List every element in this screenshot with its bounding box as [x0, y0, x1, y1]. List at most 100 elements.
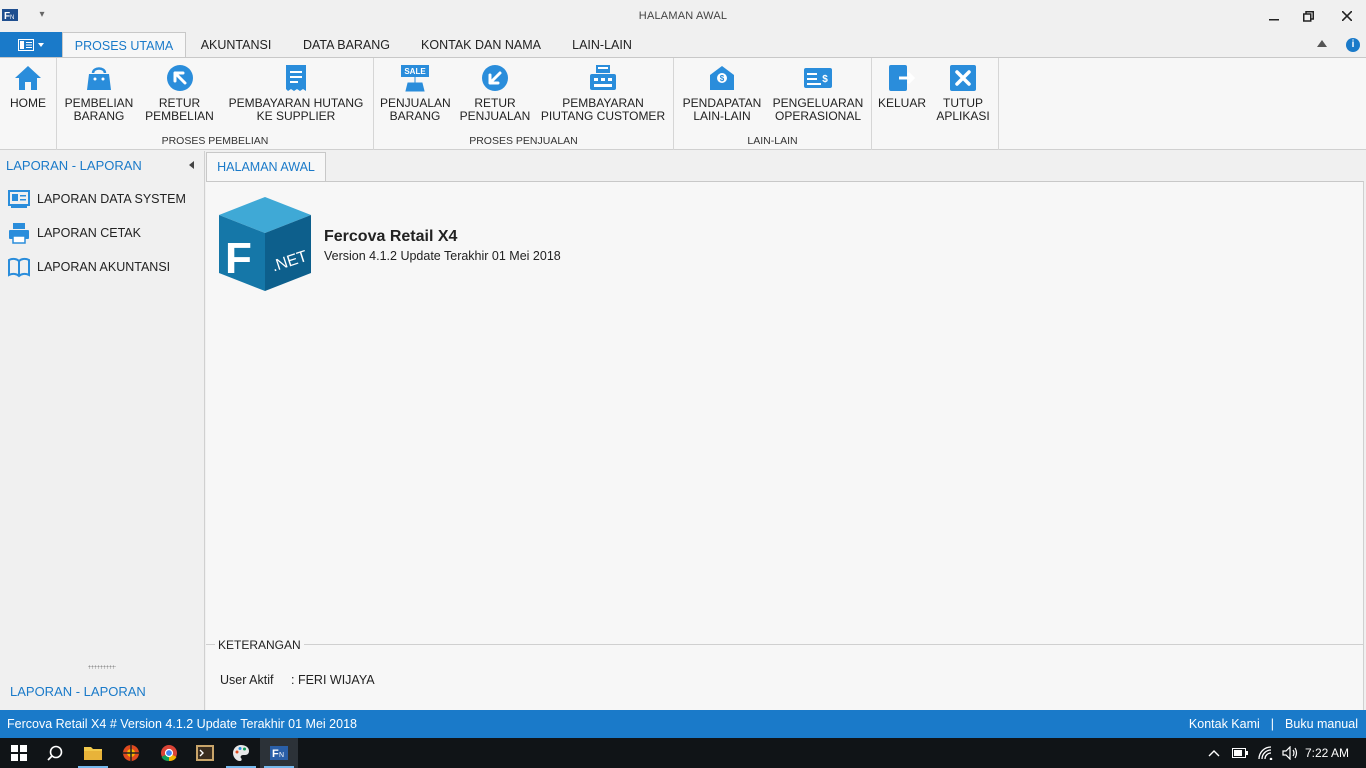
- keluar-label: KELUAR: [877, 96, 927, 110]
- nav-laporan-akuntansi-label: LAPORAN AKUNTANSI: [37, 260, 171, 274]
- status-version-text: Fercova Retail X4 # Version 4.1.2 Update…: [7, 717, 357, 731]
- svg-text:$: $: [720, 74, 725, 83]
- pembayaran-piutang-label: PEMBAYARAN PIUTANG CUSTOMER: [540, 96, 666, 123]
- status-bar: Fercova Retail X4 # Version 4.1.2 Update…: [0, 710, 1366, 738]
- tray-chevron-up-icon[interactable]: [1208, 749, 1220, 757]
- chevron-down-icon: [38, 43, 44, 47]
- logout-icon: [889, 65, 916, 91]
- ribbon-group-exit: KELUAR TUTUP APLIKASI: [872, 58, 999, 150]
- pendapatan-lain-lain-button[interactable]: $ PENDAPATAN LAIN-LAIN: [680, 63, 764, 123]
- nav-laporan-akuntansi[interactable]: LAPORAN AKUNTANSI: [0, 252, 204, 282]
- income-icon: $: [710, 66, 734, 90]
- tab-kontak-dan-nama[interactable]: KONTAK DAN NAMA: [410, 32, 552, 58]
- terminal-app-icon: [196, 745, 214, 761]
- ribbon-tabs: PROSES UTAMA AKUNTANSI DATA BARANG KONTA…: [0, 32, 1366, 59]
- tab-proses-utama[interactable]: PROSES UTAMA: [62, 32, 186, 59]
- user-label: User Aktif: [220, 673, 274, 687]
- cash-register-icon: [590, 65, 616, 90]
- printer-icon: [9, 223, 29, 244]
- help-icon[interactable]: i: [1346, 38, 1360, 52]
- contact-link[interactable]: Kontak Kami: [1189, 717, 1260, 731]
- retur-penjualan-button[interactable]: RETUR PENJUALAN: [459, 63, 531, 123]
- arrow-down-left-icon: [482, 65, 508, 91]
- cheque-icon: $: [804, 68, 832, 88]
- manual-link[interactable]: Buku manual: [1285, 717, 1358, 731]
- minimize-icon: [1269, 19, 1279, 21]
- penjualan-barang-label: PENJUALAN BARANG: [380, 96, 451, 123]
- taskbar-media-app[interactable]: [112, 738, 150, 768]
- product-version: Version 4.1.2 Update Terakhir 01 Mei 201…: [324, 249, 561, 263]
- chrome-icon: [161, 745, 177, 762]
- ribbon-group-proses-penjualan: SALE PENJUALAN BARANG RETUR PENJUALAN PE…: [374, 58, 674, 150]
- minimize-button[interactable]: [1259, 4, 1289, 28]
- ribbon-panel: HOME PEMBELIAN BARANG RETUR PEMBELIAN PE…: [0, 57, 1366, 150]
- id-card-icon: [8, 190, 30, 208]
- panel-splitter-grip[interactable]: [88, 665, 116, 669]
- collapse-left-panel-icon[interactable]: [189, 161, 194, 169]
- search-icon: [47, 745, 63, 761]
- left-panel: LAPORAN - LAPORAN LAPORAN DATA SYSTEM LA…: [0, 151, 205, 710]
- home-icon: [15, 66, 41, 90]
- tutup-aplikasi-label: TUTUP APLIKASI: [936, 96, 990, 123]
- start-button[interactable]: [0, 738, 38, 768]
- file-menu-button[interactable]: [0, 32, 62, 58]
- pembelian-barang-button[interactable]: PEMBELIAN BARANG: [61, 63, 137, 123]
- group-label-proses-penjualan: PROSES PENJUALAN: [469, 135, 578, 147]
- taskbar: FN 7:22 AM: [0, 738, 1366, 768]
- home-button[interactable]: HOME: [4, 63, 52, 110]
- fercova-app-icon: FN: [270, 746, 288, 760]
- retur-pembelian-button[interactable]: RETUR PEMBELIAN: [143, 63, 216, 123]
- left-panel-footer[interactable]: LAPORAN - LAPORAN: [10, 684, 146, 699]
- retur-pembelian-label: RETUR PEMBELIAN: [145, 96, 214, 123]
- ribbon-group-lain-lain: $ PENDAPATAN LAIN-LAIN $ PENGELUARAN OPE…: [674, 58, 872, 150]
- pembayaran-hutang-button[interactable]: PEMBAYARAN HUTANG KE SUPPLIER: [225, 63, 367, 123]
- svg-text:N: N: [279, 752, 284, 759]
- taskbar-terminal-app[interactable]: [186, 738, 224, 768]
- close-button[interactable]: [1332, 4, 1362, 28]
- close-icon: [1342, 11, 1352, 21]
- penjualan-barang-button[interactable]: SALE PENJUALAN BARANG: [380, 63, 451, 123]
- window-title: HALAMAN AWAL: [638, 10, 728, 22]
- svg-text:F: F: [272, 748, 279, 760]
- taskbar-paint-app[interactable]: [222, 738, 260, 768]
- tab-data-barang[interactable]: DATA BARANG: [290, 32, 403, 58]
- taskbar-file-explorer[interactable]: [74, 738, 112, 768]
- left-panel-title: LAPORAN - LAPORAN: [6, 158, 142, 173]
- retur-penjualan-label: RETUR PENJUALAN: [459, 96, 531, 123]
- user-value: : FERI WIJAYA: [291, 673, 375, 687]
- nav-laporan-cetak[interactable]: LAPORAN CETAK: [0, 218, 204, 248]
- tab-akuntansi[interactable]: AKUNTANSI: [186, 32, 286, 58]
- ribbon-group-home: HOME: [0, 58, 57, 150]
- volume-icon[interactable]: [1282, 746, 1300, 760]
- pembayaran-piutang-button[interactable]: PEMBAYARAN PIUTANG CUSTOMER: [540, 63, 666, 123]
- collapse-ribbon-icon[interactable]: [1317, 40, 1327, 47]
- pengeluaran-operasional-button[interactable]: $ PENGELUARAN OPERASIONAL: [772, 63, 864, 123]
- arrow-up-left-icon: [166, 65, 193, 91]
- status-separator: |: [1270, 717, 1275, 731]
- ribbon-group-proses-pembelian: PEMBELIAN BARANG RETUR PEMBELIAN PEMBAYA…: [57, 58, 374, 150]
- status-links: Kontak Kami | Buku manual: [1189, 717, 1358, 731]
- pengeluaran-operasional-label: PENGELUARAN OPERASIONAL: [772, 96, 864, 123]
- panel-menu-icon: [18, 39, 34, 51]
- close-app-icon: [950, 65, 976, 91]
- keluar-button[interactable]: KELUAR: [876, 63, 928, 110]
- sale-tag-icon: SALE: [401, 65, 429, 92]
- taskbar-chrome[interactable]: [150, 738, 188, 768]
- pendapatan-lain-lain-label: PENDAPATAN LAIN-LAIN: [682, 96, 762, 123]
- taskbar-fercova-app[interactable]: FN: [260, 738, 298, 768]
- nav-laporan-data-system[interactable]: LAPORAN DATA SYSTEM: [0, 184, 204, 214]
- wifi-icon[interactable]: [1258, 746, 1274, 760]
- info-frame: KETERANGAN User Aktif : FERI WIJAYA: [206, 638, 1363, 708]
- tutup-aplikasi-button[interactable]: TUTUP APLIKASI: [934, 63, 992, 123]
- svg-text:F: F: [225, 234, 252, 283]
- taskbar-clock[interactable]: 7:22 AM: [1305, 746, 1349, 760]
- svg-text:SALE: SALE: [404, 67, 426, 76]
- pembayaran-hutang-label: PEMBAYARAN HUTANG KE SUPPLIER: [228, 96, 364, 123]
- tab-lain-lain[interactable]: LAIN-LAIN: [560, 32, 644, 58]
- restore-button[interactable]: [1293, 4, 1323, 28]
- document-tab-halaman-awal[interactable]: HALAMAN AWAL: [206, 152, 326, 182]
- search-button[interactable]: [36, 738, 74, 768]
- group-label-lain-lain: LAIN-LAIN: [747, 135, 798, 147]
- battery-icon[interactable]: [1232, 748, 1248, 758]
- system-tray: [1208, 738, 1300, 768]
